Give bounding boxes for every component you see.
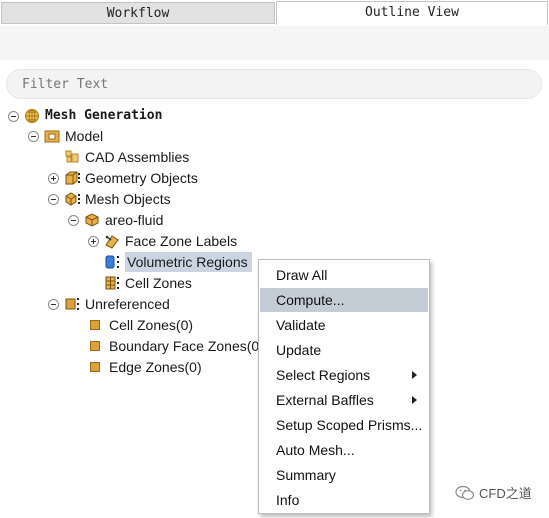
mesh-objects-icon [64, 191, 80, 207]
tree-node-mesh-objects[interactable]: Mesh Objects [48, 189, 171, 209]
tree-node-cell-zones-0[interactable]: Cell Zones(0) [88, 315, 193, 335]
menu-item-info[interactable]: Info [260, 488, 428, 512]
model-folder-icon [44, 128, 60, 144]
tree-label: Model [65, 128, 104, 144]
collapse-toggle-icon[interactable] [8, 110, 19, 122]
watermark: CFD之道 [455, 483, 532, 502]
tree-label: Face Zone Labels [125, 233, 238, 249]
cell-zones-icon [104, 275, 120, 291]
context-menu: Draw All Compute... Validate Update Sele… [258, 259, 430, 514]
expand-toggle-icon[interactable] [88, 235, 99, 247]
menu-item-validate[interactable]: Validate [260, 313, 428, 337]
menu-item-update[interactable]: Update [260, 338, 428, 362]
menu-item-draw-all[interactable]: Draw All [260, 263, 428, 287]
menu-item-setup-scoped-prisms[interactable]: Setup Scoped Prisms... [260, 413, 428, 437]
geometry-objects-icon [64, 170, 80, 186]
tree-label: Cell Zones [125, 275, 192, 291]
menu-item-select-regions[interactable]: Select Regions [260, 363, 428, 387]
tab-outline-view[interactable]: Outline View [276, 1, 548, 25]
collapse-toggle-icon[interactable] [68, 214, 79, 226]
tab-workflow[interactable]: Workflow [1, 2, 275, 24]
collapse-toggle-icon[interactable] [48, 298, 59, 310]
tree-label: Cell Zones(0) [109, 317, 194, 333]
menu-item-summary[interactable]: Summary [260, 463, 428, 487]
tree-node-edge-zones-0[interactable]: Edge Zones(0) [88, 357, 202, 377]
tree-label: Mesh Generation [45, 108, 163, 123]
menu-item-label: Compute... [276, 292, 345, 308]
tree-label-selected: Volumetric Regions [125, 252, 252, 272]
tree-label: Geometry Objects [85, 170, 198, 186]
menu-item-auto-mesh[interactable]: Auto Mesh... [260, 438, 428, 462]
wechat-icon [455, 485, 475, 501]
tree-label: Unreferenced [85, 296, 170, 312]
menu-item-label: Summary [276, 467, 336, 483]
tree-label: areo-fluid [105, 212, 164, 228]
tree-node-unreferenced[interactable]: Unreferenced [48, 294, 170, 314]
menu-item-compute[interactable]: Compute... [260, 288, 428, 312]
tree-node-face-zone-labels[interactable]: Face Zone Labels [88, 231, 237, 251]
menu-item-label: Update [276, 342, 322, 358]
zone-square-icon [90, 320, 100, 330]
tree-node-cell-zones[interactable]: Cell Zones [104, 273, 192, 293]
tree-node-boundary-face-zones-0[interactable]: Boundary Face Zones(0) [88, 336, 264, 356]
menu-item-external-baffles[interactable]: External Baffles [260, 388, 428, 412]
expand-toggle-icon[interactable] [48, 172, 59, 184]
menu-item-label: Select Regions [276, 367, 371, 383]
zone-square-icon [90, 341, 100, 351]
tree-node-geometry-objects[interactable]: Geometry Objects [48, 168, 198, 188]
tree-node-volumetric-regions[interactable]: Volumetric Regions [104, 251, 252, 273]
menu-item-label: Info [276, 492, 300, 508]
tab-bar: Workflow Outline View [0, 0, 549, 26]
volumetric-regions-icon [104, 254, 120, 270]
submenu-arrow-icon [412, 371, 417, 379]
toolbar-area [0, 26, 549, 60]
tree-label: Boundary Face Zones(0) [109, 338, 264, 354]
tree-node-areo-fluid[interactable]: areo-fluid [68, 210, 163, 230]
filter-text-input[interactable] [6, 69, 542, 99]
tree-node-cad-assemblies[interactable]: CAD Assemblies [64, 147, 189, 167]
watermark-text: CFD之道 [479, 486, 532, 501]
tree-label: Edge Zones(0) [109, 359, 202, 375]
collapse-toggle-icon[interactable] [48, 193, 59, 205]
menu-item-label: Validate [276, 317, 326, 333]
tree-node-model[interactable]: Model [28, 126, 103, 146]
tree-label: Mesh Objects [85, 191, 171, 207]
face-zone-labels-icon [104, 233, 120, 249]
menu-item-label: External Baffles [276, 392, 374, 408]
zone-square-icon [90, 362, 100, 372]
cad-assemblies-icon [64, 149, 80, 165]
tree-label: CAD Assemblies [85, 149, 190, 165]
tree-node-mesh-generation[interactable]: Mesh Generation [8, 106, 162, 126]
menu-item-label: Auto Mesh... [276, 442, 355, 458]
mesh-globe-icon [24, 108, 40, 124]
submenu-arrow-icon [412, 396, 417, 404]
menu-item-label: Setup Scoped Prisms... [276, 417, 423, 433]
unreferenced-icon [64, 296, 80, 312]
collapse-toggle-icon[interactable] [28, 130, 39, 142]
mesh-object-cube-icon [84, 212, 100, 228]
menu-item-label: Draw All [276, 267, 328, 283]
